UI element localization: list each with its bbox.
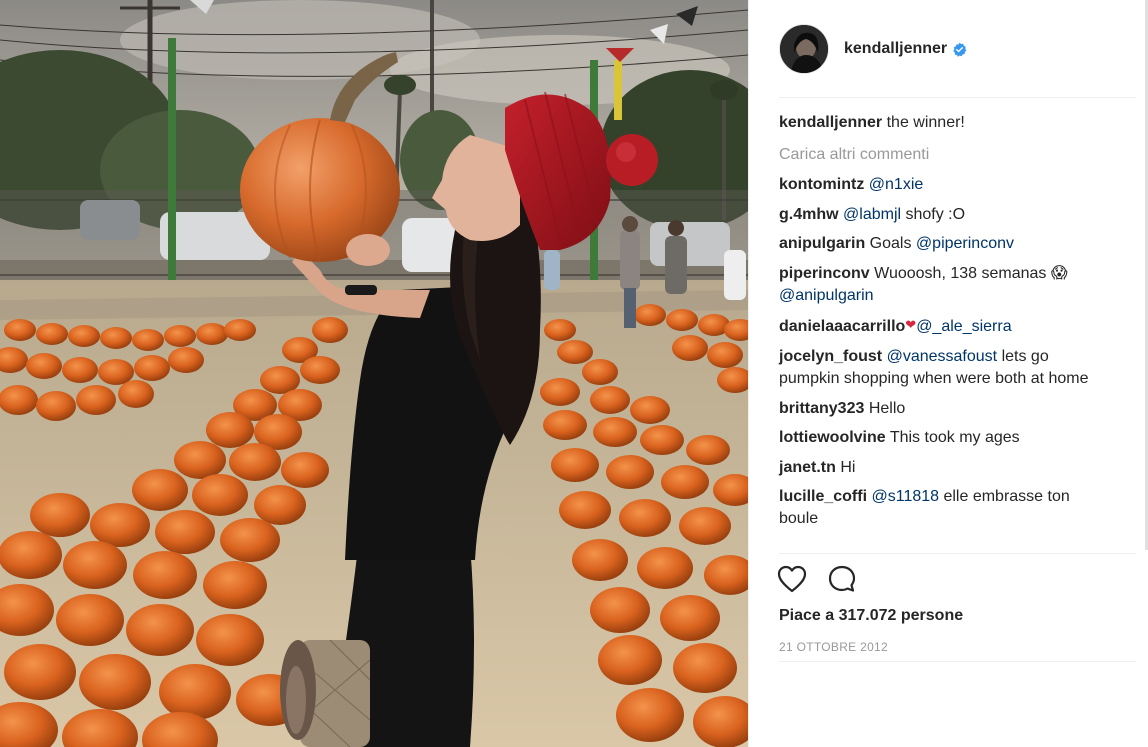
- comment: g.4mhw @labmjl shofy :O: [779, 204, 1109, 226]
- comment-username[interactable]: lucille_coffi: [779, 488, 867, 505]
- comment-text: Wuooosh, 138 semanas 😱: [869, 264, 1068, 282]
- post-date[interactable]: 21 OTTOBRE 2012: [779, 640, 888, 654]
- load-more-comments-button[interactable]: Carica altri commenti: [779, 144, 1109, 166]
- comment: piperinconv Wuooosh, 138 semanas 😱 @anipu…: [779, 263, 1109, 307]
- comments-list: kendalljenner the winner! Carica altri c…: [779, 112, 1109, 538]
- caption-text: the winner!: [882, 114, 965, 131]
- comment-username[interactable]: piperinconv: [779, 265, 870, 282]
- comment-mention[interactable]: @_ale_sierra: [916, 318, 1011, 335]
- comment: kontomintz @n1xie: [779, 174, 1109, 196]
- comment-button[interactable]: [827, 565, 861, 597]
- comment-mention[interactable]: @anipulgarin: [779, 287, 874, 304]
- post-photo[interactable]: [0, 0, 748, 747]
- post-actions: [777, 565, 877, 597]
- comment: danielaaacarrillo❤@_ale_sierra: [779, 314, 1109, 338]
- post-caption: kendalljenner the winner!: [779, 112, 1109, 134]
- comment-username[interactable]: jocelyn_foust: [779, 348, 882, 365]
- likes-count[interactable]: Piace a 317.072 persone: [779, 607, 963, 625]
- avatar-image: [780, 25, 828, 73]
- comment: lucille_coffi @s11818 elle embrasse ton …: [779, 486, 1109, 530]
- footer-divider: [779, 661, 1136, 662]
- comment-text: Goals: [865, 235, 916, 253]
- comment-mention[interactable]: @vanessafoust: [887, 348, 998, 365]
- actions-divider: [779, 553, 1136, 554]
- comment-text-after: shofy :O: [901, 205, 966, 223]
- comment-username[interactable]: danielaaacarrillo: [779, 318, 905, 335]
- post-side-panel: kendalljenner kendalljenner the winner! …: [748, 0, 1148, 747]
- comment: janet.tn Hi: [779, 457, 1109, 479]
- comment-mention[interactable]: @n1xie: [869, 176, 924, 193]
- like-button[interactable]: [777, 565, 811, 597]
- comment: brittany323 Hello: [779, 398, 1109, 420]
- comment-username[interactable]: kontomintz: [779, 176, 864, 193]
- post-image: [0, 0, 748, 747]
- post-author-username[interactable]: kendalljenner: [844, 40, 947, 58]
- comment-username[interactable]: lottiewoolvine: [779, 429, 886, 446]
- comment-icon: [827, 564, 857, 599]
- comment-text: Hello: [864, 399, 906, 417]
- comment-text: Hi: [835, 458, 856, 476]
- caption-username[interactable]: kendalljenner: [779, 114, 882, 131]
- heart-icon: [777, 565, 807, 598]
- verified-badge-icon: [952, 42, 967, 57]
- post-header: kendalljenner: [779, 24, 1139, 74]
- comment-username[interactable]: brittany323: [779, 400, 864, 417]
- comment: anipulgarin Goals @piperinconv: [779, 233, 1109, 255]
- comment-text: This took my ages: [885, 429, 1020, 447]
- comment-username[interactable]: janet.tn: [779, 459, 836, 476]
- comment-username[interactable]: g.4mhw: [779, 206, 839, 223]
- comment-mention[interactable]: @labmjl: [843, 206, 901, 223]
- header-divider: [779, 97, 1136, 98]
- comment: lottiewoolvine This took my ages: [779, 427, 1109, 449]
- comment: jocelyn_foust @vanessafoust lets go pump…: [779, 346, 1109, 390]
- comment-username[interactable]: anipulgarin: [779, 235, 865, 252]
- heart-emoji-icon: ❤: [905, 317, 917, 333]
- comment-mention[interactable]: @s11818: [871, 488, 939, 505]
- comment-mention[interactable]: @piperinconv: [916, 235, 1014, 252]
- avatar[interactable]: [779, 24, 829, 74]
